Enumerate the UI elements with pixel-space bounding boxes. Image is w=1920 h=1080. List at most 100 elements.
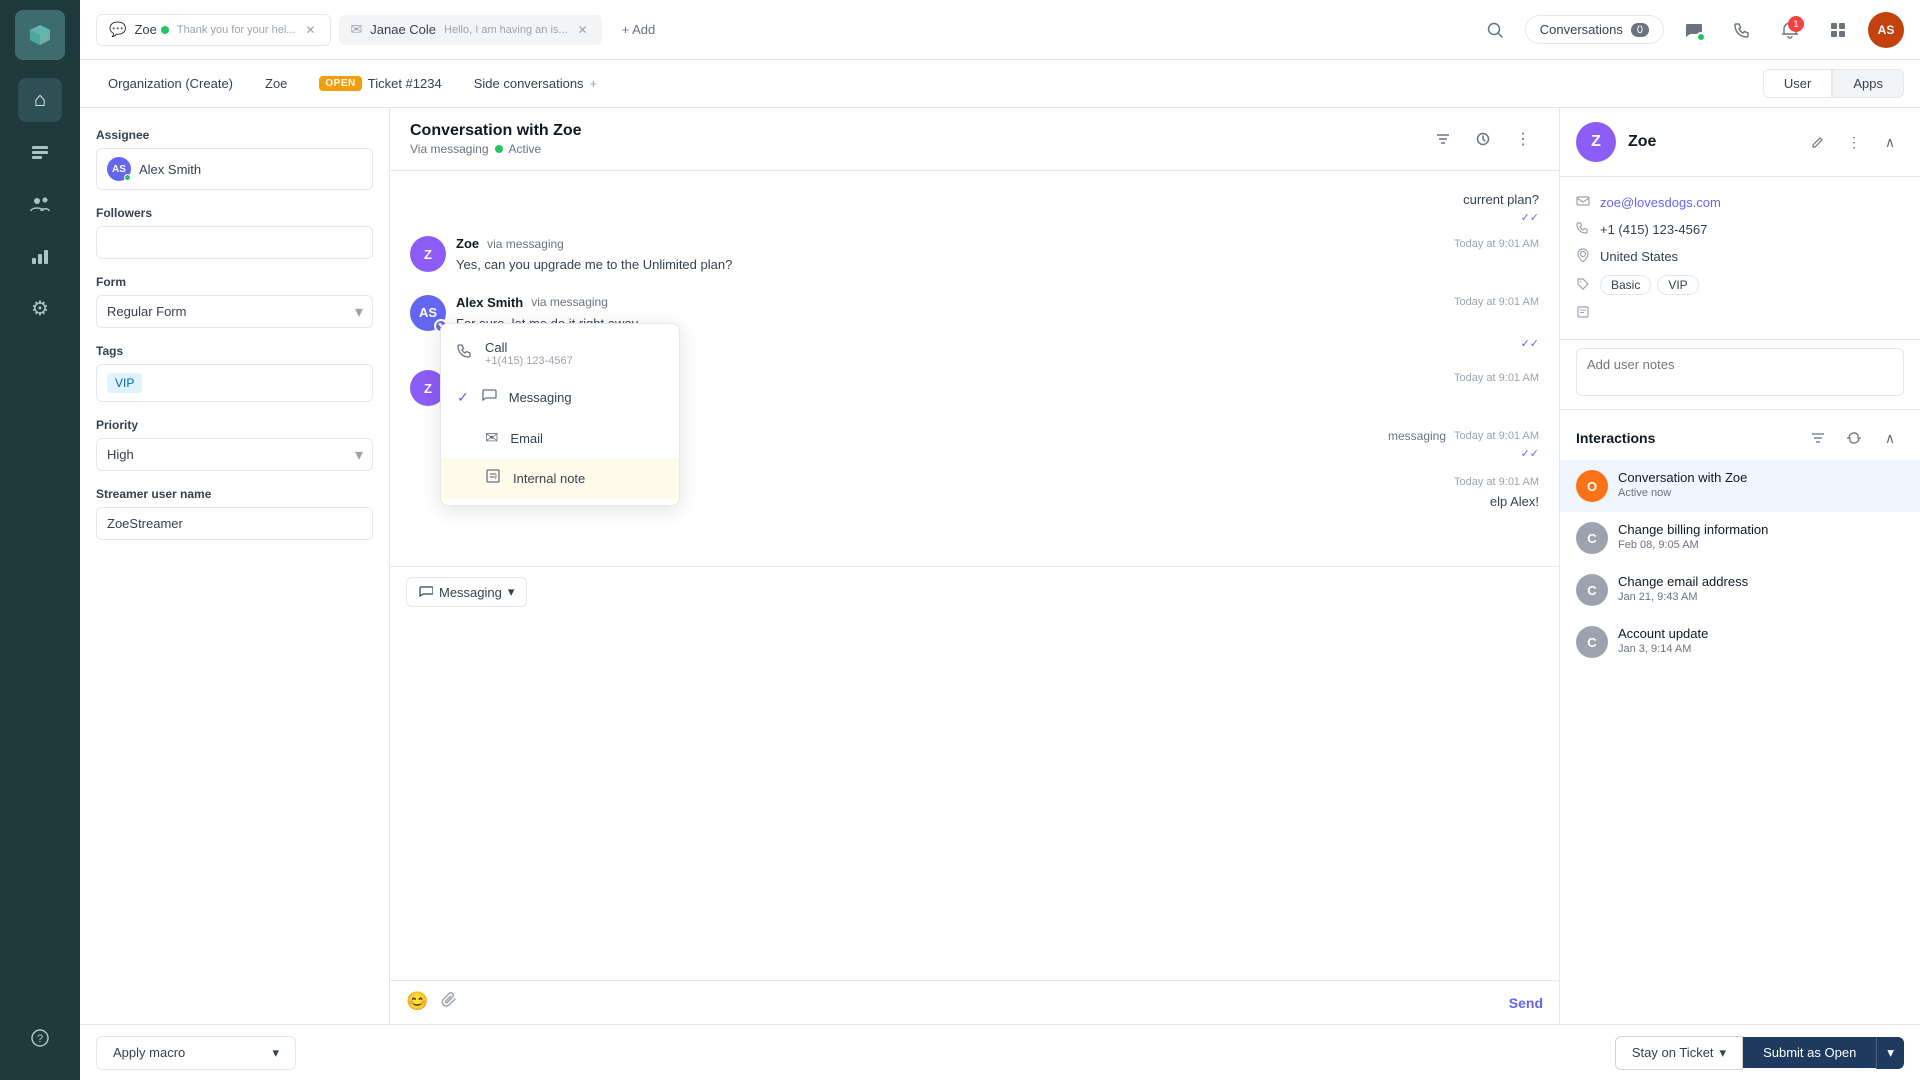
reply-icons: 😊 bbox=[406, 991, 458, 1014]
conversations-count: 0 bbox=[1631, 23, 1649, 37]
msg-header-alex: Alex Smith via messaging Today at 9:01 A… bbox=[456, 295, 1539, 310]
contact-info: zoe@lovesdogs.com +1 (415) 123-4567 bbox=[1560, 177, 1920, 340]
collapse-user-icon[interactable]: ∧ bbox=[1876, 128, 1904, 156]
msg-content-zoe1: Zoe via messaging Today at 9:01 AM Yes, … bbox=[456, 236, 1539, 275]
context-menu-messaging[interactable]: ✓ Messaging bbox=[441, 377, 679, 418]
filter-icon[interactable] bbox=[1427, 123, 1459, 155]
interaction-sub-account: Jan 3, 9:14 AM bbox=[1618, 643, 1904, 655]
more-user-icon[interactable]: ⋮ bbox=[1840, 128, 1868, 156]
tab-janae-close[interactable]: ✕ bbox=[576, 21, 590, 39]
message-row-zoe1: Z Zoe via messaging Today at 9:01 AM Yes… bbox=[410, 236, 1539, 275]
interaction-info-email: Change email address Jan 21, 9:43 AM bbox=[1618, 574, 1904, 603]
interaction-billing[interactable]: C Change billing information Feb 08, 9:0… bbox=[1560, 512, 1920, 564]
followers-input[interactable] bbox=[96, 226, 373, 259]
conversations-label: Conversations bbox=[1540, 22, 1623, 37]
notifications-button[interactable]: 1 bbox=[1772, 12, 1808, 48]
form-select[interactable]: Regular Form bbox=[96, 295, 373, 328]
add-tab-button[interactable]: + Add bbox=[610, 16, 668, 43]
contact-email-row: zoe@lovesdogs.com bbox=[1576, 189, 1904, 216]
interaction-account[interactable]: C Account update Jan 3, 9:14 AM bbox=[1560, 616, 1920, 668]
breadcrumb-side-conversations[interactable]: Side conversations + bbox=[462, 72, 609, 95]
emoji-icon[interactable]: 😊 bbox=[406, 991, 428, 1014]
apply-macro-button[interactable]: Apply macro ▾ bbox=[96, 1036, 296, 1070]
submit-open-button[interactable]: Submit as Open bbox=[1743, 1037, 1876, 1068]
call-phone-sub: +1(415) 123-4567 bbox=[485, 355, 573, 367]
interaction-title-account: Account update bbox=[1618, 626, 1904, 641]
history-icon[interactable] bbox=[1467, 123, 1499, 155]
context-menu-email[interactable]: ✉ Email bbox=[441, 418, 679, 458]
breadcrumb-zoe[interactable]: Zoe bbox=[253, 72, 299, 95]
apply-macro-label: Apply macro bbox=[113, 1045, 185, 1060]
zoe-avatar-1: Z bbox=[410, 236, 446, 272]
search-button[interactable] bbox=[1477, 12, 1513, 48]
chat-active-dot bbox=[1696, 32, 1706, 42]
msg-header-zoe1: Zoe via messaging Today at 9:01 AM bbox=[456, 236, 1539, 251]
interaction-email-addr[interactable]: C Change email address Jan 21, 9:43 AM bbox=[1560, 564, 1920, 616]
right-user-name: Zoe bbox=[1628, 133, 1656, 151]
tab-janae[interactable]: ✉ Janae Cole Hello, I am having an is...… bbox=[339, 15, 602, 45]
priority-select-wrapper: High bbox=[96, 438, 373, 471]
messaging-selector-button[interactable]: Messaging ▾ bbox=[406, 577, 527, 607]
view-user-button[interactable]: User bbox=[1763, 69, 1832, 98]
sidebar-logo[interactable] bbox=[15, 10, 65, 60]
msg-time-zoe1: Today at 9:01 AM bbox=[1454, 238, 1539, 250]
context-menu-call[interactable]: Call +1(415) 123-4567 bbox=[441, 330, 679, 377]
view-apps-button[interactable]: Apps bbox=[1832, 69, 1904, 98]
tab-zoe-close[interactable]: ✕ bbox=[303, 21, 317, 39]
breadcrumb-ticket[interactable]: OPEN Ticket #1234 bbox=[307, 72, 453, 95]
context-menu-internal-note[interactable]: Internal note bbox=[441, 458, 679, 499]
msg-time-5: Today at 9:01 AM bbox=[1454, 476, 1539, 488]
interaction-conv-zoe[interactable]: O Conversation with Zoe Active now bbox=[1560, 460, 1920, 512]
conversation-title: Conversation with Zoe bbox=[410, 122, 582, 140]
send-button[interactable]: Send bbox=[1509, 995, 1543, 1011]
sidebar-item-settings[interactable]: ⚙ bbox=[18, 286, 62, 330]
interactions-filter-icon[interactable] bbox=[1804, 424, 1832, 452]
msg-header-4: messaging Today at 9:01 AM bbox=[1388, 429, 1539, 443]
sidebar-item-tickets[interactable] bbox=[18, 130, 62, 174]
view-toggle: User Apps bbox=[1763, 69, 1904, 98]
tab-zoe[interactable]: 💬 Zoe Thank you for your hel... ✕ bbox=[96, 14, 331, 46]
interactions-refresh-icon[interactable] bbox=[1840, 424, 1868, 452]
side-conv-plus[interactable]: + bbox=[590, 76, 598, 91]
stay-on-ticket-button[interactable]: Stay on Ticket ▾ bbox=[1615, 1036, 1743, 1070]
assignee-field[interactable]: AS Alex Smith bbox=[96, 148, 373, 190]
conversations-button[interactable]: Conversations 0 bbox=[1525, 15, 1664, 44]
sidebar-item-help[interactable]: ? bbox=[18, 1016, 62, 1060]
email-contact-icon bbox=[1576, 194, 1590, 211]
phone-button[interactable] bbox=[1724, 12, 1760, 48]
apps-grid-button[interactable] bbox=[1820, 12, 1856, 48]
conversation-header: Conversation with Zoe Via messaging Acti… bbox=[390, 108, 1559, 171]
chat-button[interactable] bbox=[1676, 12, 1712, 48]
more-options-icon[interactable]: ⋮ bbox=[1507, 123, 1539, 155]
breadcrumb-org[interactable]: Organization (Create) bbox=[96, 72, 245, 95]
interaction-info-billing: Change billing information Feb 08, 9:05 … bbox=[1618, 522, 1904, 551]
contact-phone-row: +1 (415) 123-4567 bbox=[1576, 216, 1904, 243]
notification-badge: 1 bbox=[1788, 16, 1804, 32]
sidebar-item-home[interactable]: ⌂ bbox=[18, 78, 62, 122]
tab-zoe-label: Zoe bbox=[134, 22, 156, 37]
interactions-title: Interactions bbox=[1576, 430, 1796, 446]
msg-header-5: Today at 9:01 AM bbox=[1454, 476, 1539, 488]
priority-select[interactable]: High bbox=[96, 438, 373, 471]
user-avatar[interactable]: AS bbox=[1868, 12, 1904, 48]
topbar: 💬 Zoe Thank you for your hel... ✕ ✉ Jana… bbox=[80, 0, 1920, 60]
interactions-collapse-icon[interactable]: ∧ bbox=[1876, 424, 1904, 452]
notes-contact-icon bbox=[1576, 305, 1590, 322]
tags-field[interactable]: VIP bbox=[96, 364, 373, 402]
user-tags: Basic VIP bbox=[1600, 275, 1699, 295]
messages-area[interactable]: current plan? ✓✓ Z Zoe via messaging Tod… bbox=[390, 171, 1559, 566]
user-email[interactable]: zoe@lovesdogs.com bbox=[1600, 195, 1721, 210]
attachment-icon[interactable] bbox=[440, 991, 458, 1014]
location-icon bbox=[1576, 248, 1590, 265]
assignee-name: Alex Smith bbox=[139, 162, 201, 177]
sidebar-item-reports[interactable] bbox=[18, 234, 62, 278]
tab-janae-label: Janae Cole bbox=[370, 22, 436, 37]
call-menu-item-content: Call +1(415) 123-4567 bbox=[485, 340, 573, 367]
apply-macro-chevron: ▾ bbox=[272, 1045, 279, 1061]
streamer-input[interactable] bbox=[96, 507, 373, 540]
sidebar-item-users[interactable] bbox=[18, 182, 62, 226]
edit-icon[interactable] bbox=[1804, 128, 1832, 156]
submit-dropdown-button[interactable]: ▾ bbox=[1876, 1037, 1904, 1069]
user-notes-input[interactable] bbox=[1576, 348, 1904, 396]
reply-input-area[interactable] bbox=[390, 617, 1559, 980]
